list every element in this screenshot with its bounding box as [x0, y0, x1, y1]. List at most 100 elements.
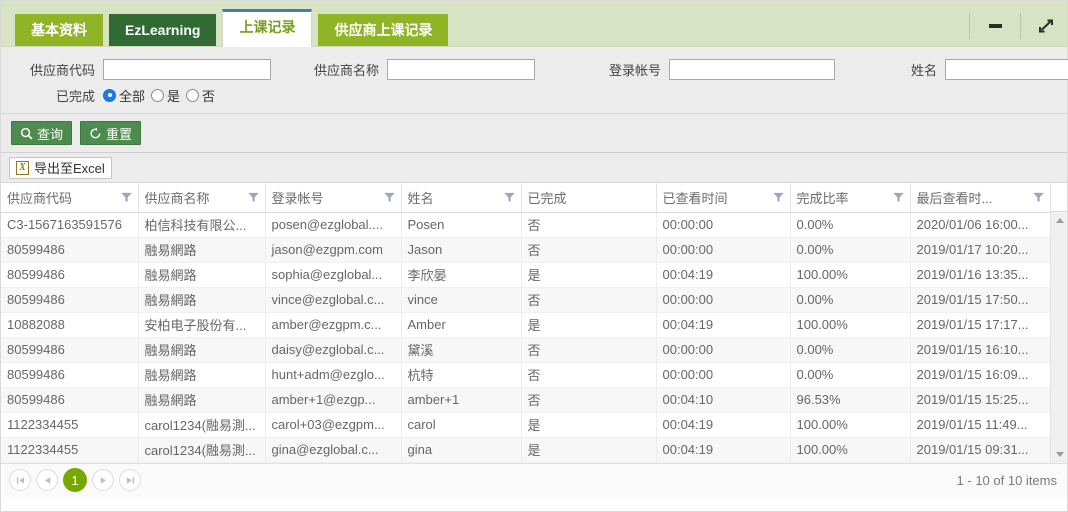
table-cell: 融易網路 — [138, 237, 266, 263]
table-row[interactable]: C3-1567163591576 柏信科技有限公... posen@ezglobal… — [1, 212, 1051, 238]
action-bar: 查询 重置 — [1, 114, 1067, 153]
search-button[interactable]: 查询 — [11, 121, 73, 145]
table-cell: 100.00% — [790, 312, 911, 338]
tab-supplier-course-record[interactable]: 供应商上课记录 — [318, 14, 449, 46]
table-cell: 2019/01/15 09:31... — [910, 437, 1051, 463]
table-cell: Posen — [401, 212, 522, 238]
tab-basic-info[interactable]: 基本资料 — [15, 14, 103, 46]
table-cell: 杭特 — [401, 362, 522, 388]
next-page-icon — [100, 476, 106, 484]
table-cell: Amber — [401, 312, 522, 338]
export-excel-button[interactable]: X 导出至Excel — [9, 156, 112, 179]
search-icon — [20, 127, 33, 139]
table-cell: 融易網路 — [138, 262, 266, 288]
filter-icon[interactable] — [772, 192, 784, 203]
table-row[interactable]: 80599486 融易網路 daisy@ezglobal.c... 黛溪否 00:00:… — [1, 337, 1051, 363]
table-cell: 0.00% — [790, 337, 911, 363]
window-controls — [955, 11, 1057, 41]
radio-completed-all[interactable]: 全部 — [103, 86, 145, 105]
scroll-down-button[interactable] — [1051, 446, 1068, 463]
column-header-last-viewed-time[interactable]: 最后查看时... — [910, 183, 1051, 213]
filter-row-1: 供应商代码 供应商名称 登录帐号 姓名 — [1, 55, 1068, 83]
chevron-down-icon — [1055, 451, 1064, 457]
tab-ezlearning[interactable]: EzLearning — [109, 14, 217, 46]
column-label: 完成比率 — [796, 190, 849, 206]
grid-vertical-scrollbar[interactable] — [1050, 212, 1067, 463]
table-cell: vince@ezglobal.c... — [265, 287, 402, 313]
next-page-button[interactable] — [92, 469, 114, 491]
table-row[interactable]: 10882088 安柏电子股份有... amber@ezgpm.c... Amber 是… — [1, 312, 1051, 338]
table-cell: 100.00% — [790, 437, 911, 463]
search-button-label: 查询 — [37, 126, 64, 142]
login-account-label: 登录帐号 — [608, 62, 661, 78]
tab-label: 基本资料 — [31, 22, 87, 38]
table-row[interactable]: 80599486 融易網路 vince@ezglobal.c... vince 否 00:… — [1, 287, 1051, 313]
table-cell: amber+1 — [401, 387, 522, 413]
column-label: 供应商代码 — [7, 190, 73, 206]
scroll-up-button[interactable] — [1051, 212, 1068, 229]
person-name-input[interactable] — [945, 58, 1068, 80]
table-cell: 80599486 — [1, 237, 139, 263]
radio-completed-yes[interactable]: 是 — [151, 86, 180, 105]
column-header-supplier-name[interactable]: 供应商名称 — [138, 183, 266, 213]
table-cell: 00:04:19 — [656, 412, 791, 438]
pager-item-count: 1 - 10 of 10 items — [956, 472, 1057, 488]
login-account-input[interactable] — [669, 58, 835, 80]
tab-label: EzLearning — [125, 22, 201, 38]
table-row[interactable]: 80599486 融易網路 hunt+adm@ezglo... 杭特否 00:00:00… — [1, 362, 1051, 388]
table-cell: 2019/01/15 17:17... — [910, 312, 1051, 338]
first-page-button[interactable] — [9, 469, 31, 491]
page-number-1[interactable]: 1 — [63, 468, 87, 492]
table-row[interactable]: 1122334455 carol1234(融易測... gina@ezglobal.… — [1, 437, 1051, 463]
column-header-supplier-code[interactable]: 供应商代码 — [1, 183, 139, 213]
table-cell: 黛溪 — [401, 337, 522, 363]
table-cell: 2019/01/15 15:25... — [910, 387, 1051, 413]
table-cell: 是 — [521, 312, 657, 338]
table-cell: 0.00% — [790, 287, 911, 313]
table-row[interactable]: 1122334455 carol1234(融易測... carol+03@ezgpm… — [1, 412, 1051, 438]
table-row[interactable]: 80599486 融易網路 jason@ezgpm.com Jason 否 00:00:0… — [1, 237, 1051, 263]
table-cell: 2019/01/15 16:10... — [910, 337, 1051, 363]
table-cell: 00:04:19 — [656, 312, 791, 338]
table-cell: hunt+adm@ezglo... — [265, 362, 402, 388]
table-cell: amber+1@ezgp... — [265, 387, 402, 413]
filter-icon[interactable] — [1032, 192, 1044, 203]
radio-completed-no[interactable]: 否 — [186, 86, 215, 105]
table-row[interactable]: 80599486 融易網路 sophia@ezglobal... 李欣晏是 00:04:… — [1, 262, 1051, 288]
course-record-grid: 供应商代码 供应商名称 登录帐号 姓名 已完成 已查看时间 完成比率 最后查看时… — [1, 183, 1067, 463]
expand-icon — [1039, 19, 1053, 33]
supplier-name-input[interactable] — [387, 58, 535, 80]
prev-page-button[interactable] — [36, 469, 58, 491]
reset-icon — [90, 127, 101, 138]
column-header-login-account[interactable]: 登录帐号 — [265, 183, 402, 213]
tab-course-record[interactable]: 上课记录 — [222, 9, 313, 47]
table-cell: carol1234(融易測... — [138, 437, 266, 463]
filter-icon[interactable] — [247, 192, 259, 203]
filter-icon[interactable] — [892, 192, 904, 203]
column-header-completed[interactable]: 已完成 — [521, 183, 657, 213]
filter-icon[interactable] — [120, 192, 132, 203]
table-cell: 否 — [521, 237, 657, 263]
filter-icon[interactable] — [503, 192, 515, 203]
column-header-viewed-time[interactable]: 已查看时间 — [656, 183, 791, 213]
table-cell: 00:00:00 — [656, 337, 791, 363]
column-header-completion-rate[interactable]: 完成比率 — [790, 183, 911, 213]
table-row[interactable]: 80599486 融易網路 amber+1@ezgp... amber+1 否 00:04… — [1, 387, 1051, 413]
first-page-icon — [16, 476, 24, 484]
column-header-person-name[interactable]: 姓名 — [401, 183, 522, 213]
table-cell: 2019/01/15 17:50... — [910, 287, 1051, 313]
filter-icon[interactable] — [383, 192, 395, 203]
tab-strip: 基本资料 EzLearning 上课记录 供应商上课记录 — [1, 1, 1067, 47]
last-page-icon — [126, 476, 134, 484]
table-cell: 00:04:10 — [656, 387, 791, 413]
supplier-code-input[interactable] — [103, 58, 271, 80]
expand-button[interactable] — [1035, 15, 1057, 37]
last-page-button[interactable] — [119, 469, 141, 491]
minimize-button[interactable] — [984, 15, 1006, 37]
table-cell: gina@ezglobal.c... — [265, 437, 402, 463]
table-cell: 2019/01/17 10:20... — [910, 237, 1051, 263]
table-cell: sophia@ezglobal... — [265, 262, 402, 288]
reset-button[interactable]: 重置 — [80, 121, 142, 145]
table-cell: 否 — [521, 212, 657, 238]
table-cell: 2019/01/15 16:09... — [910, 362, 1051, 388]
